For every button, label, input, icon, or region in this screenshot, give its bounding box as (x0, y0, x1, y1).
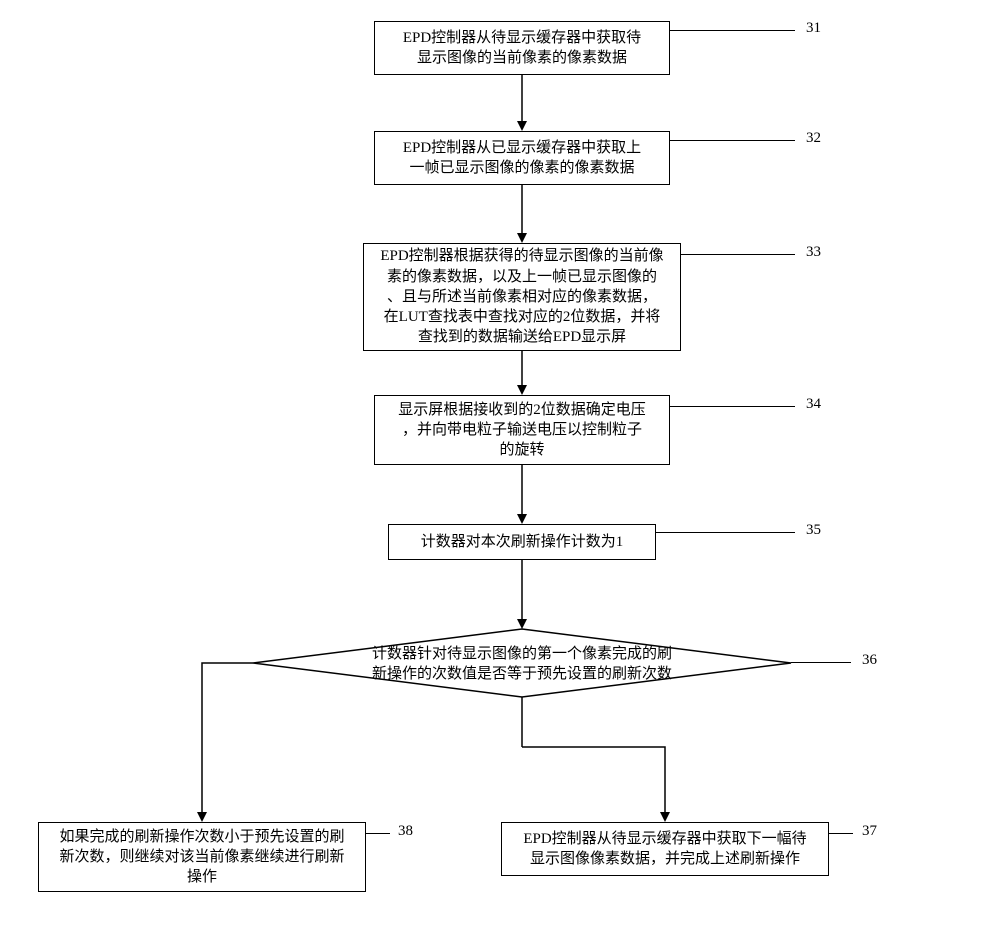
step-label-37: 37 (862, 823, 877, 840)
callout-line-33 (681, 254, 795, 255)
callout-line-34 (670, 406, 795, 407)
step-box-35: 计数器对本次刷新操作计数为1 (388, 524, 656, 560)
step-box-34: 显示屏根据接收到的2位数据确定电压 ，并向带电粒子输送电压以控制粒子 的旋转 (374, 395, 670, 465)
decision-text-36: 计数器针对待显示图像的第一个像素完成的刷 新操作的次数值是否等于预先设置的刷新次… (358, 644, 686, 685)
step-label-33: 33 (806, 244, 821, 261)
step-text: 计数器对本次刷新操作计数为1 (421, 532, 624, 552)
step-text: 计数器针对待显示图像的第一个像素完成的刷 新操作的次数值是否等于预先设置的刷新次… (372, 646, 672, 682)
callout-line-36 (791, 662, 851, 663)
callout-line-31 (670, 30, 795, 31)
callout-line-38 (366, 833, 390, 834)
step-box-38: 如果完成的刷新操作次数小于预先设置的刷 新次数，则继续对该当前像素继续进行刷新 … (38, 822, 366, 892)
step-text: EPD控制器从待显示缓存器中获取下一幅待 显示图像像素数据，并完成上述刷新操作 (523, 829, 806, 870)
step-text: EPD控制器从已显示缓存器中获取上 一帧已显示图像的像素的像素数据 (403, 138, 641, 179)
step-box-31: EPD控制器从待显示缓存器中获取待 显示图像的当前像素的像素数据 (374, 21, 670, 75)
step-label-38: 38 (398, 823, 413, 840)
step-text: 如果完成的刷新操作次数小于预先设置的刷 新次数，则继续对该当前像素继续进行刷新 … (59, 827, 344, 888)
step-label-31: 31 (806, 20, 821, 37)
step-text: EPD控制器根据获得的待显示图像的当前像 素的像素数据，以及上一帧已显示图像的 … (380, 246, 663, 347)
callout-line-35 (656, 532, 795, 533)
step-label-32: 32 (806, 130, 821, 147)
step-box-37: EPD控制器从待显示缓存器中获取下一幅待 显示图像像素数据，并完成上述刷新操作 (501, 822, 829, 876)
step-label-34: 34 (806, 396, 821, 413)
flowchart-canvas: EPD控制器从待显示缓存器中获取待 显示图像的当前像素的像素数据 31 EPD控… (0, 0, 1000, 925)
step-label-35: 35 (806, 522, 821, 539)
step-text: EPD控制器从待显示缓存器中获取待 显示图像的当前像素的像素数据 (403, 28, 641, 69)
callout-line-37 (829, 833, 853, 834)
step-text: 显示屏根据接收到的2位数据确定电压 ，并向带电粒子输送电压以控制粒子 的旋转 (398, 400, 646, 461)
step-label-36: 36 (862, 652, 877, 669)
step-box-33: EPD控制器根据获得的待显示图像的当前像 素的像素数据，以及上一帧已显示图像的 … (363, 243, 681, 351)
step-box-32: EPD控制器从已显示缓存器中获取上 一帧已显示图像的像素的像素数据 (374, 131, 670, 185)
callout-line-32 (670, 140, 795, 141)
